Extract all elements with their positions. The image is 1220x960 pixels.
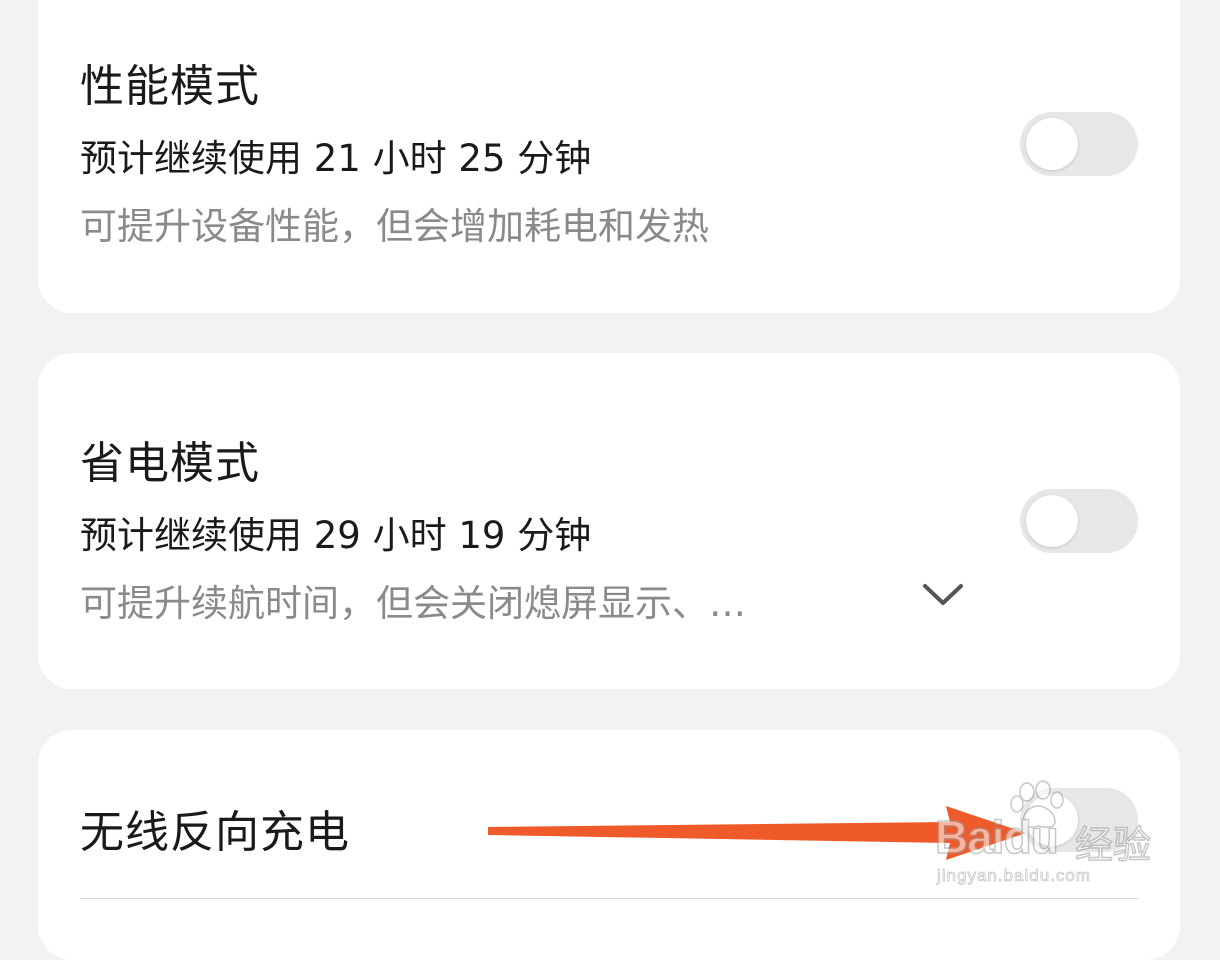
performance-mode-toggle[interactable] bbox=[1020, 112, 1138, 176]
chevron-down-icon[interactable] bbox=[920, 579, 966, 609]
performance-mode-card: 性能模式 预计继续使用 21 小时 25 分钟 可提升设备性能，但会增加耗电和发… bbox=[38, 0, 1180, 313]
power-saving-mode-estimate: 预计继续使用 29 小时 19 分钟 bbox=[80, 514, 592, 557]
wireless-reverse-charging-title: 无线反向充电 bbox=[80, 807, 350, 858]
performance-mode-estimate: 预计继续使用 21 小时 25 分钟 bbox=[80, 137, 592, 180]
power-saving-mode-description: 可提升续航时间，但会关闭熄屏显示、… bbox=[80, 582, 746, 625]
toggle-knob bbox=[1026, 118, 1078, 170]
toggle-knob bbox=[1026, 495, 1078, 547]
wireless-reverse-charging-card: 无线反向充电 bbox=[38, 730, 1180, 960]
power-saving-mode-card: 省电模式 预计继续使用 29 小时 19 分钟 可提升续航时间，但会关闭熄屏显示… bbox=[38, 353, 1180, 689]
power-saving-mode-toggle[interactable] bbox=[1020, 489, 1138, 553]
performance-mode-title: 性能模式 bbox=[80, 61, 260, 112]
wireless-reverse-charging-toggle[interactable] bbox=[1020, 788, 1138, 852]
divider bbox=[80, 898, 1138, 899]
power-saving-mode-title: 省电模式 bbox=[80, 438, 260, 489]
performance-mode-description: 可提升设备性能，但会增加耗电和发热 bbox=[80, 205, 709, 248]
toggle-knob bbox=[1026, 794, 1078, 846]
